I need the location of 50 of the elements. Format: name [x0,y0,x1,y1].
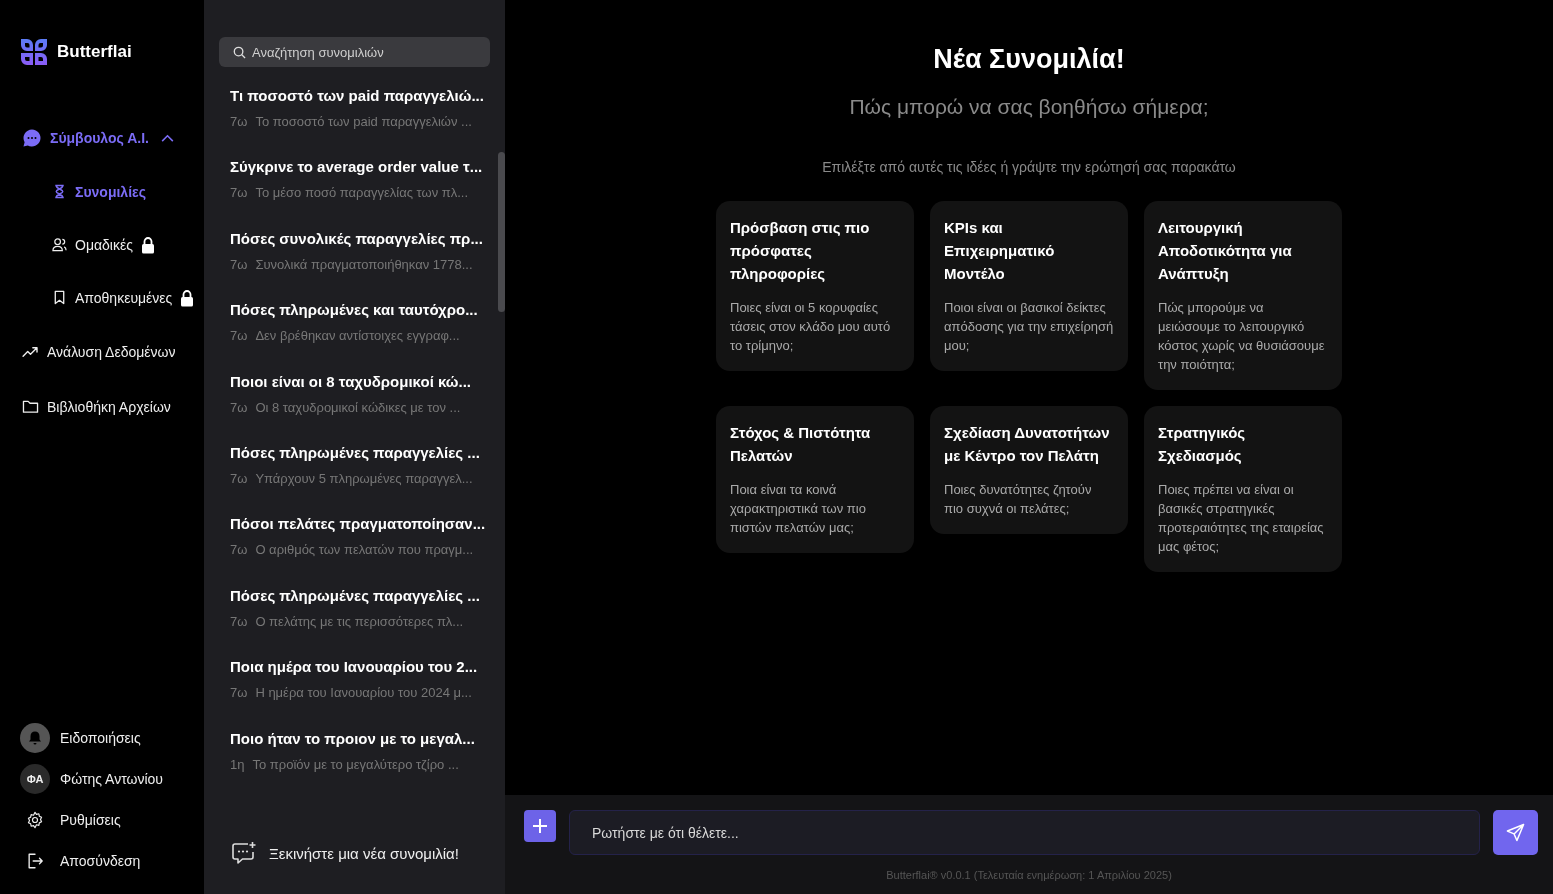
conversation-item[interactable]: Ποιοι είναι οι 8 ταχυδρομικοί κώ... 7ω Οι 8 ταχυδρομικοί κώδικες με τον ... [230,370,480,442]
logout-icon [26,852,44,870]
suggestion-card[interactable]: Σχεδίαση Δυνατοτήτων με Κέντρο τον Πελάτη Ποιες δυνατότητες ζητούν πιο συχνά οι πελάτες; [930,406,1128,534]
account-item[interactable]: Ρυθμίσεις [20,805,204,835]
conversation-item[interactable]: Σύγκρινε το average order value τ... 7ω Το μέσο ποσό παραγγελίας των πλ... [230,156,480,228]
bookmark-icon [52,290,67,305]
nav-subitem[interactable]: Ομαδικές [0,218,133,271]
conversation-item[interactable]: Πόσες πληρωμένες παραγγελίες ... 7ω Υπάρχουν 5 πληρωμένες παραγγελ... [230,441,480,514]
account-item[interactable]: ΦΑ Φώτης Αντωνίου [20,764,204,794]
welcome-subtitle: Πώς μπορώ να σας βοηθήσω σήμερα; [849,95,1209,119]
nav-item[interactable]: Σύμβουλος Α.Ι. [0,110,204,165]
search-icon [233,46,246,59]
version-footer: Butterflai® v0.0.1 (Τελευταία ενημέρωση: 1 Απριλίου 2025) [505,869,1553,881]
welcome-title: Νέα Συνομιλία! [933,44,1125,75]
suggestion-card[interactable]: Στρατηγικός Σχεδιασμός Ποιες πρέπει να είναι οι βασικές στρατηγικές προτεραιότητες της εταιρείας μας φέτος; [1144,406,1342,572]
scrollbar[interactable] [498,152,505,312]
suggestion-card[interactable]: KPIs και Επιχειρηματικό Μοντέλο Ποιοι είναι οι βασικοί δείκτες απόδοσης για την επιχείρησή μου; [930,201,1128,371]
conversation-item[interactable]: Πόσες πληρωμένες και ταυτόχρο... 7ω Δεν βρέθηκαν αντίστοιχες εγγραφ... [230,299,480,371]
users-icon [52,237,67,252]
conversation-item[interactable]: Ποιο ήταν το προιον με το μεγαλ... 1η Το προϊόν με το μεγαλύτερο τζίρο ... [230,727,480,799]
folder-icon [22,399,39,414]
nav-item[interactable]: Ανάλυση Δεδομένων [0,324,204,379]
avatar-initials: ΦΑ [20,764,50,794]
chat-plus-icon [231,841,257,865]
settings-icon [26,811,44,829]
hint-text: Επιλέξτε από αυτές τις ιδέες ή γράψτε την ερώτησή σας παρακάτω [822,159,1236,175]
suggestion-card[interactable]: Πρόσβαση στις πιο πρόσφατες πληροφορίες Ποιες είναι οι 5 κορυφαίες τάσεις στον κλάδο μου αυτό το τρίμηνο; [716,201,914,371]
suggestion-card[interactable]: Στόχος & Πιστότητα Πελατών Ποια είναι τα κοινά χαρακτηριστικά των πιο πιστών πελατών μας; [716,406,914,553]
send-icon [1506,823,1525,842]
nav-subitem[interactable]: Αποθηκευμένες [0,271,173,324]
account-item[interactable]: Αποσύνδεση [20,846,204,876]
chat-bubble-icon [22,127,42,148]
nav-subitem[interactable]: Συνομιλίες [0,165,146,218]
conversation-item[interactable]: Ποια ημέρα του Ιανουαρίου του 2... 7ω Η ημέρα του Ιανουαρίου του 2024 μ... [230,656,480,728]
bell-icon [20,723,50,753]
conversation-item[interactable]: Πόσες πληρωμένες παραγγελίες ... 7ω Ο πελάτης με τις περισσότερες πλ... [230,584,480,657]
hourglass-icon [52,184,67,199]
add-button[interactable] [524,810,556,842]
brand-name: Butterflai [57,42,132,62]
nav-item[interactable]: Βιβλιοθήκη Αρχείων [0,379,204,434]
search-field[interactable]: Αναζήτηση συνομιλιών [219,37,490,67]
account-item[interactable]: Ειδοποιήσεις [20,723,204,753]
trend-up-icon [22,345,39,358]
new-chat-button[interactable]: Ξεκινήστε μια νέα συνομιλία! [231,841,459,865]
conversation-item[interactable]: Πόσες συνολικές παραγγελίες πρ... 7ω Συνολικά πραγματοποιήθηκαν 1778... [230,227,480,300]
suggestion-card[interactable]: Λειτουργική Αποδοτικότητα για Ανάπτυξη Πώς μπορούμε να μειώσουμε το λειτουργικό κόστος χωρίς να θυσιάσουμε την ποιότητα; [1144,201,1342,390]
send-button[interactable] [1493,810,1538,855]
plus-icon [532,818,548,834]
logo-icon [20,38,48,66]
message-input[interactable]: Ρωτήστε με ότι θέλετε... [569,810,1480,855]
